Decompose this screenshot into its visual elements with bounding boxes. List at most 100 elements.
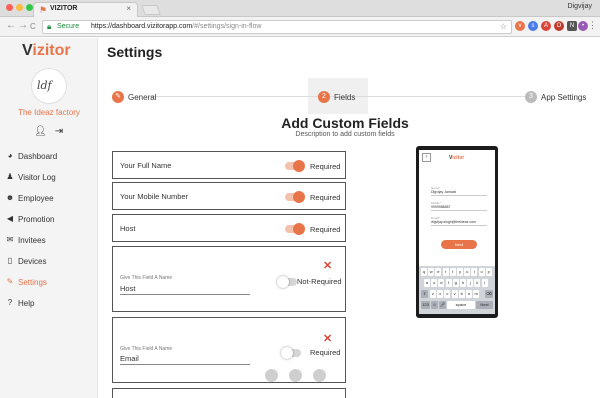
preview-field: Email* digvijay.singh@theideaz.com [431,216,487,226]
new-tab-button[interactable] [141,5,161,15]
required-toggle[interactable] [285,223,305,235]
keyboard-numbers-key: 123 [421,301,430,309]
keyboard-key: i [471,268,478,276]
url-input[interactable]: 🔒︎ Secure https://dashboard.vizitorapp.c… [42,20,512,34]
step-number: 3 [525,91,537,103]
address-bar-row: ← → C 🔒︎ Secure https://dashboard.vizito… [0,17,600,37]
step-number: 2 [318,91,330,103]
keyboard-key: m [473,290,480,298]
loading-dot [313,369,326,382]
extension-icon[interactable]: N [567,21,577,31]
extension-icon[interactable]: O [554,21,564,31]
megaphone-icon: ◀ [6,214,14,223]
remove-field-icon[interactable]: ✕ [323,332,332,345]
custom-field-card: ✕ Give This Field A Name Host Not-Requir… [112,246,346,312]
profile-name[interactable]: Digvijay [567,3,592,10]
help-icon: ? [7,298,13,307]
keyboard-key: b [458,290,465,298]
sidebar-item-devices[interactable]: ▯ Devices [0,251,98,272]
url-text: https://dashboard.vizitorapp.com/#/setti… [91,23,262,30]
custom-field-card [112,388,346,398]
keyboard-key: f [445,279,452,287]
keyboard-key: n [466,290,472,298]
brand-logo[interactable]: Vizitor [22,42,71,60]
sidebar-item-help[interactable]: ? Help [0,293,98,314]
required-label: Required [310,348,341,357]
envelope-icon: ✉ [6,235,14,244]
reload-icon[interactable]: C [30,22,36,31]
employee-icon: ☻ [5,193,15,202]
remove-field-icon[interactable]: ✕ [323,259,332,272]
extension-icon[interactable]: v [515,21,525,31]
page-title: Settings [107,44,163,60]
keyboard-backspace-icon: ⌫ [485,290,493,298]
field-name-underline [120,364,250,365]
browser-menu-icon[interactable]: ⋮ [588,20,597,31]
keyboard-key: x [437,290,444,298]
required-label: Not-Required [297,277,342,286]
tab-title: VIZITOR [50,5,78,12]
keyboard-key: h [460,279,466,287]
sidebar-item-invitees[interactable]: ✉ Invitees [0,230,98,251]
tablet-icon: ▯ [7,256,13,265]
required-toggle[interactable] [285,191,305,203]
preview-field: Name* Digvijay Jamwal [431,186,487,196]
keyboard-key: k [474,279,481,287]
field-name-input[interactable]: Email [120,354,139,363]
required-label: Required [310,162,341,171]
extension-icon[interactable]: • [578,21,588,31]
step-fields[interactable]: 2 Fields [318,87,355,107]
field-label: Your Full Name [120,161,172,170]
keyboard-key: c [444,290,451,298]
keyboard-space-key: space [447,301,475,309]
keyboard-key: j [467,279,474,287]
star-icon[interactable]: ☆ [500,22,507,31]
section-title: Add Custom Fields [281,115,409,131]
user-icon[interactable]: 👤︎ [34,126,47,137]
keyboard-key: t [449,268,456,276]
browser-tab[interactable]: ⚑ VIZITOR × [33,2,138,17]
keyboard-mic-icon: 🎤︎ [439,301,446,309]
dashboard-icon: ◕ [7,151,13,160]
section-subtitle: Description to add custom fields [295,131,395,138]
keyboard-globe-icon: ☺ [431,301,438,309]
back-icon[interactable]: ← [6,20,16,31]
sidebar-item-promotion[interactable]: ◀ Promotion [0,209,98,230]
extension-icon[interactable]: s [528,21,538,31]
lock-icon: 🔒︎ [47,22,52,31]
keyboard-key: v [451,290,458,298]
required-label: Required [310,225,341,234]
required-label: Required [310,193,341,202]
secure-label: Secure [57,23,80,30]
sidebar-item-settings[interactable]: ✎ Settings [0,272,98,293]
sidebar-nav: ◕ Dashboard ♟ Visitor Log ☻ Employee ◀ Promo… [0,146,98,314]
required-toggle[interactable] [277,276,297,288]
sidebar-item-employee[interactable]: ☻ Employee [0,188,98,209]
pencil-icon: ✎ [112,91,124,103]
preview-brand-logo: Vizitor [449,155,465,161]
keyboard-key: r [442,268,449,276]
loading-dot [265,369,278,382]
organization-logo: ldf [31,68,67,104]
keyboard-key: a [424,279,430,287]
tab-close-icon[interactable]: × [126,4,131,13]
required-toggle[interactable] [285,160,305,172]
keyboard-key: p [485,268,492,276]
sidebar: Vizitor ldf The Ideaz factory 👤︎ ⇥ ◕ Dashb… [0,38,98,398]
visitor-log-icon: ♟ [6,172,14,181]
field-name-caption: Give This Field A Name [120,346,173,352]
custom-field-card: ✕ Give This Field A Name Email Required [112,317,346,383]
keyboard-key: y [457,268,463,276]
field-name-input[interactable]: Host [120,284,135,293]
close-window-icon[interactable] [6,4,13,11]
keyboard-key: z [430,290,436,298]
logout-icon[interactable]: ⇥ [55,126,63,137]
extension-icon[interactable]: A [541,21,551,31]
sidebar-item-dashboard[interactable]: ◕ Dashboard [0,146,98,167]
required-toggle[interactable] [281,347,301,359]
maximize-window-icon[interactable] [26,4,33,11]
minimize-window-icon[interactable] [16,4,23,11]
sidebar-item-visitor-log[interactable]: ♟ Visitor Log [0,167,98,188]
keyboard-key: e [435,268,442,276]
forward-icon[interactable]: → [18,20,28,31]
